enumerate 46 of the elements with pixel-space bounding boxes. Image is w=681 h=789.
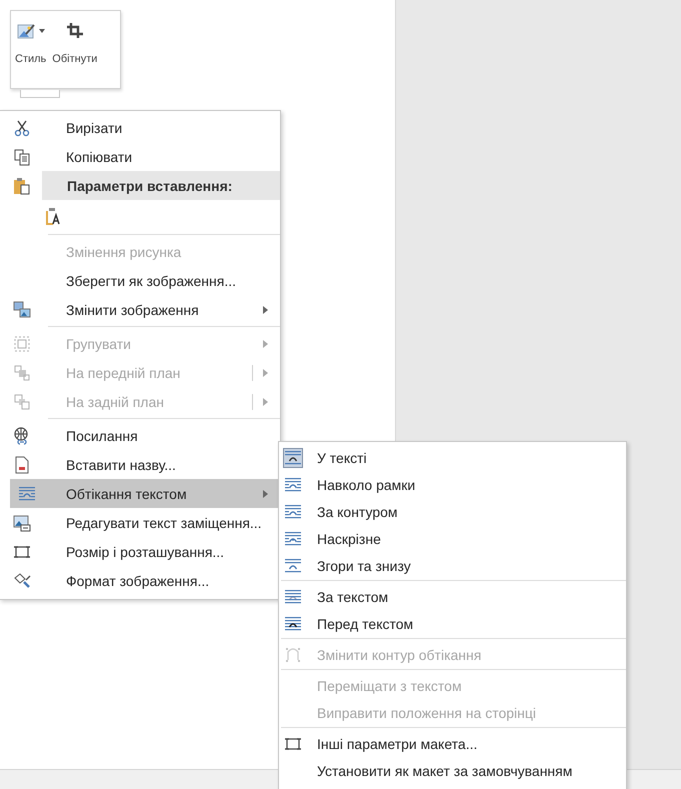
text-wrap-icon (284, 530, 302, 548)
menu-header-text: Параметри вставлення: (67, 178, 232, 194)
submenu-arrow-icon (263, 398, 268, 406)
caret-icon (39, 29, 46, 33)
caption-icon (13, 456, 31, 474)
menu-item[interactable]: Обтікання текстом (10, 479, 280, 508)
clipboard-icon (13, 176, 31, 194)
text-wrap-icon (284, 502, 302, 520)
picture-text-icon (13, 514, 31, 532)
paint-brush-icon (13, 572, 31, 590)
menu-item[interactable]: Формат зображення... (0, 566, 280, 595)
picture-style-icon (16, 22, 36, 40)
style-button[interactable]: Стиль (15, 21, 46, 88)
submenu-arrow-icon (263, 368, 268, 376)
menu-item[interactable]: Наскрізне (279, 525, 626, 552)
bring-forward-icon (13, 364, 31, 382)
menu-item[interactable]: Установити як макет за замовчуванням (279, 757, 626, 784)
group-icon (13, 334, 31, 352)
menu-item[interactable]: Згори та знизу (279, 552, 626, 579)
menu-item[interactable]: Вирізати (0, 113, 280, 142)
menu-item[interactable]: Редагувати текст заміщення... (0, 508, 280, 537)
menu-item[interactable]: Розмір і розташування... (0, 537, 280, 566)
submenu-arrow-icon (263, 490, 268, 498)
menu-item[interactable]: Вставити назву... (0, 450, 280, 479)
picture-swap-icon (13, 300, 31, 318)
crop-icon (64, 22, 85, 40)
submenu-arrow-icon (263, 340, 268, 348)
menu-item[interactable]: Змінити зображення (0, 295, 280, 324)
text-wrap-icon (284, 556, 302, 574)
menu-item[interactable]: За контуром (279, 498, 626, 525)
menu-item[interactable]: Зберегти як зображення... (0, 266, 280, 295)
menu-item[interactable]: Перед текстом (279, 610, 626, 637)
wrap-points-icon (284, 646, 302, 664)
copy-icon (13, 148, 31, 166)
send-backward-icon (13, 392, 31, 410)
menu-item[interactable]: У тексті (279, 444, 626, 471)
menu-item[interactable]: Навколо рамки (279, 471, 626, 498)
text-wrap-icon (284, 614, 302, 632)
text-wrap-icon (284, 448, 302, 466)
scissors-icon (13, 118, 31, 136)
submenu-arrow-icon (263, 306, 268, 314)
crop-button[interactable]: Обітнути (52, 21, 98, 88)
text-wrap-icon (18, 484, 36, 502)
text-wrap-icon (284, 476, 302, 494)
menu-item[interactable]: Копіювати (0, 142, 280, 171)
text-wrap-icon (284, 588, 302, 606)
